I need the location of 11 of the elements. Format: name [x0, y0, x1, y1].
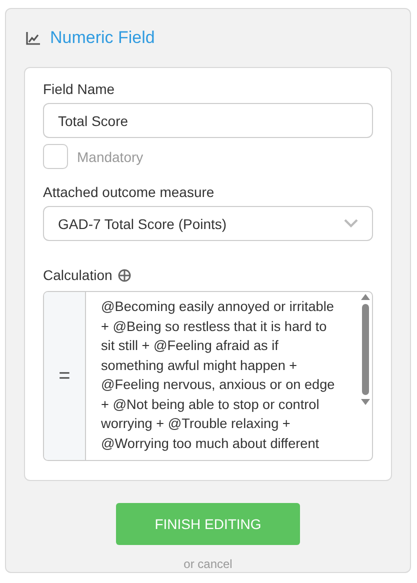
field-label: Attached outcome measure [43, 184, 216, 200]
outcome-select[interactable]: GAD-7 Total Score (Points) [43, 206, 373, 241]
mandatory-checkbox[interactable] [43, 144, 68, 169]
field-label: Calculation [43, 267, 112, 283]
move-icon [118, 268, 132, 282]
checkbox-label: Mandatory [77, 148, 144, 164]
line-chart-icon [26, 32, 40, 44]
field-label: Field Name [43, 81, 116, 97]
field-name-input[interactable]: Total Score [43, 103, 373, 138]
chevron-down-icon [344, 219, 358, 228]
panel-title: Numeric Field [50, 28, 155, 48]
